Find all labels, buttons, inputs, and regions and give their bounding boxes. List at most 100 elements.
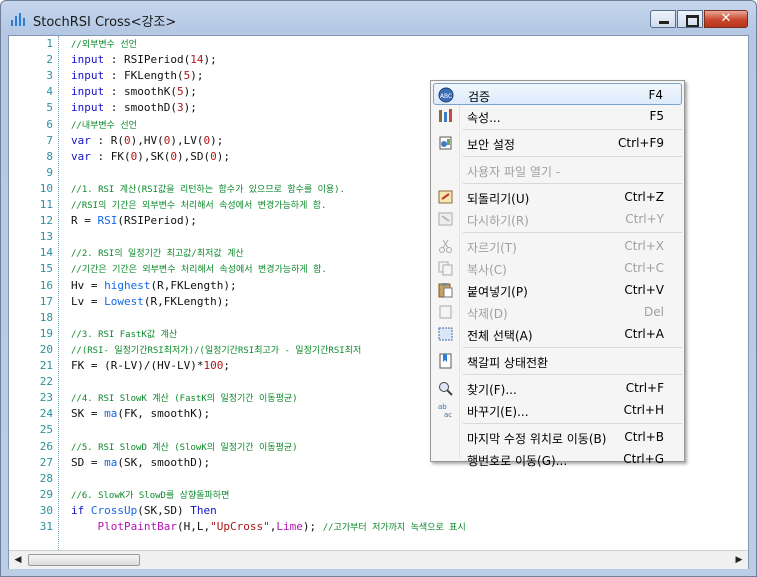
code-line[interactable]: SK = ma(FK, smoothK); [71, 407, 210, 420]
minimize-button[interactable] [650, 10, 676, 28]
minimize-icon [659, 21, 669, 24]
code-line[interactable]: input : smoothK(5); [71, 85, 197, 98]
code-token: (SK,SD) [137, 503, 191, 517]
menu-item[interactable]: 사용자 파일 열기 - [433, 159, 682, 181]
code-token: 0 [124, 133, 131, 147]
line-number: 18 [39, 310, 53, 324]
code-token: //3. RSI FastK값 계산 [71, 329, 178, 340]
scroll-right-icon[interactable]: ▶ [732, 553, 746, 567]
menu-item[interactable]: 자르기(T) Ctrl+X [433, 235, 682, 257]
code-line[interactable]: input : smoothD(3); [71, 101, 197, 114]
code-line[interactable]: //내부변수 선언 [71, 118, 137, 131]
code-line[interactable]: //4. RSI SlowK 계산 (FastK의 일정기간 이동평균) [71, 391, 298, 404]
code-line[interactable]: //RSI의 기간은 외부변수 처리해서 속성에서 변경가능하게 함. [71, 198, 326, 211]
code-token: (RSIPeriod); [117, 214, 197, 228]
line-number: 10 [39, 181, 53, 195]
code-token: var [71, 133, 91, 147]
window-title: StochRSI Cross<강조> [33, 15, 177, 30]
scroll-thumb[interactable] [28, 554, 140, 566]
code-token: //(RSI- 일정기간RSI최저가)/(일정기간RSI최고가 - 일정기간RS… [71, 345, 362, 356]
code-line[interactable]: //1. RSI 계산(RSI값을 리턴하는 함수가 있으므로 함수를 이용). [71, 182, 345, 195]
code-line[interactable]: var : FK(0),SK(0),SD(0); [71, 150, 230, 163]
paste-icon [437, 282, 454, 298]
code-token: input [71, 53, 105, 67]
menu-separator [463, 423, 682, 424]
code-token: //5. RSI SlowD 계산 (SlowK의 일정기간 이동평균) [71, 442, 298, 453]
line-number: 24 [39, 407, 53, 421]
menu-separator [463, 347, 682, 348]
scroll-left-icon[interactable]: ◀ [11, 553, 25, 567]
title-bar[interactable]: StochRSI Cross<강조> ✕ [1, 1, 756, 35]
line-number: 8 [46, 149, 53, 163]
line-number: 29 [39, 487, 53, 501]
code-line[interactable]: //2. RSI의 일정기간 최고값/최저값 계산 [71, 246, 244, 259]
menu-item-shortcut: Ctrl+Y [625, 212, 664, 226]
menu-item[interactable]: ab ac 바꾸기(E)... Ctrl+H [433, 399, 682, 421]
menu-item[interactable]: 삭제(D) Del [433, 301, 682, 323]
code-line[interactable]: FK = (R-LV)/(HV-LV)*100; [71, 359, 230, 372]
code-line[interactable]: if CrossUp(SK,SD) Then [71, 504, 217, 517]
code-token: SK = [71, 407, 105, 421]
code-token: ); [216, 149, 230, 163]
menu-item-label: 바꾸기(E)... [467, 405, 529, 419]
menu-item-label: 책갈피 상태전환 [467, 356, 549, 370]
menu-item[interactable]: 마지막 수정 위치로 이동(B) Ctrl+B [433, 426, 682, 448]
menu-item[interactable]: 속성... F5 [433, 105, 682, 127]
menu-item[interactable]: 되돌리기(U) Ctrl+Z [433, 186, 682, 208]
code-token: //6. SlowK가 SlowD를 상향돌파하면 [71, 490, 230, 501]
menu-item-label: 검증 [468, 90, 491, 104]
code-line[interactable]: Lv = Lowest(R,FKLength); [71, 295, 230, 308]
code-line[interactable]: R = RSI(RSIPeriod); [71, 214, 197, 227]
copy-icon [437, 260, 454, 276]
menu-item-shortcut: Ctrl+A [624, 327, 664, 341]
code-line[interactable]: //5. RSI SlowD 계산 (SlowK의 일정기간 이동평균) [71, 440, 298, 453]
maximize-button[interactable] [677, 10, 703, 28]
menu-item[interactable]: 붙여넣기(P) Ctrl+V [433, 279, 682, 301]
code-line[interactable]: SD = ma(SK, smoothD); [71, 456, 210, 469]
code-token: Then [190, 503, 217, 517]
code-token: ); [183, 85, 197, 99]
horizontal-scrollbar[interactable]: ◀ ▶ [9, 550, 748, 569]
line-number: 11 [39, 198, 53, 211]
menu-item-shortcut: Ctrl+B [624, 430, 664, 444]
menu-item-shortcut: Ctrl+Z [624, 190, 664, 204]
menu-item-shortcut: Ctrl+X [624, 239, 664, 253]
code-token: //RSI의 기간은 외부변수 처리해서 속성에서 변경가능하게 함. [71, 201, 327, 211]
menu-item[interactable]: 책갈피 상태전환 [433, 350, 682, 372]
code-token: 5 [176, 85, 184, 99]
code-token: CrossUp [90, 503, 138, 517]
code-token: 100 [203, 359, 224, 372]
menu-item[interactable]: 전체 선택(A) Ctrl+A [433, 323, 682, 345]
code-token: 0 [170, 149, 177, 163]
menu-item-label: 삭제(D) [467, 307, 508, 321]
code-token: PlotPaintBar [97, 520, 177, 533]
menu-item[interactable]: 복사(C) Ctrl+C [433, 257, 682, 279]
code-line[interactable]: var : R(0),HV(0),LV(0); [71, 134, 223, 147]
menu-item-shortcut: F4 [648, 88, 663, 102]
menu-item[interactable]: 찾기(F)... Ctrl+F [433, 377, 682, 399]
menu-item-label: 복사(C) [467, 263, 507, 277]
code-line[interactable]: //기간은 기간은 외부변수 처리해서 속성에서 변경가능하게 함. [71, 262, 327, 275]
code-line[interactable]: //(RSI- 일정기간RSI최저가)/(일정기간RSI최고가 - 일정기간RS… [71, 343, 361, 356]
code-line[interactable]: PlotPaintBar(H,L,"UpCross",Lime); //고가부터… [71, 520, 466, 533]
menu-item[interactable]: 다시하기(R) Ctrl+Y [433, 208, 682, 230]
menu-separator [463, 183, 682, 184]
find-icon [437, 380, 454, 396]
menu-item-label: 속성... [467, 111, 501, 125]
code-line[interactable]: input : FKLength(5); [71, 69, 203, 82]
code-line[interactable]: //외부변수 선언 [71, 37, 137, 50]
code-line[interactable]: input : RSIPeriod(14); [71, 53, 217, 66]
menu-item-shortcut: F5 [649, 109, 664, 123]
menu-item[interactable]: ABC 검증 F4 [433, 83, 682, 105]
code-token: ); [183, 101, 197, 115]
menu-item[interactable]: 보안 설정 Ctrl+F9 [433, 132, 682, 154]
line-number: 5 [46, 101, 53, 115]
close-button[interactable]: ✕ [704, 10, 748, 28]
code-line[interactable]: Hv = highest(R,FKLength); [71, 279, 237, 292]
code-token: SD = [71, 455, 105, 469]
code-line[interactable]: //3. RSI FastK값 계산 [71, 327, 177, 340]
menu-item[interactable]: 행번호로 이동(G)... Ctrl+G [433, 448, 682, 470]
line-number: 14 [39, 246, 53, 260]
code-line[interactable]: //6. SlowK가 SlowD를 상향돌파하면 [71, 488, 229, 501]
